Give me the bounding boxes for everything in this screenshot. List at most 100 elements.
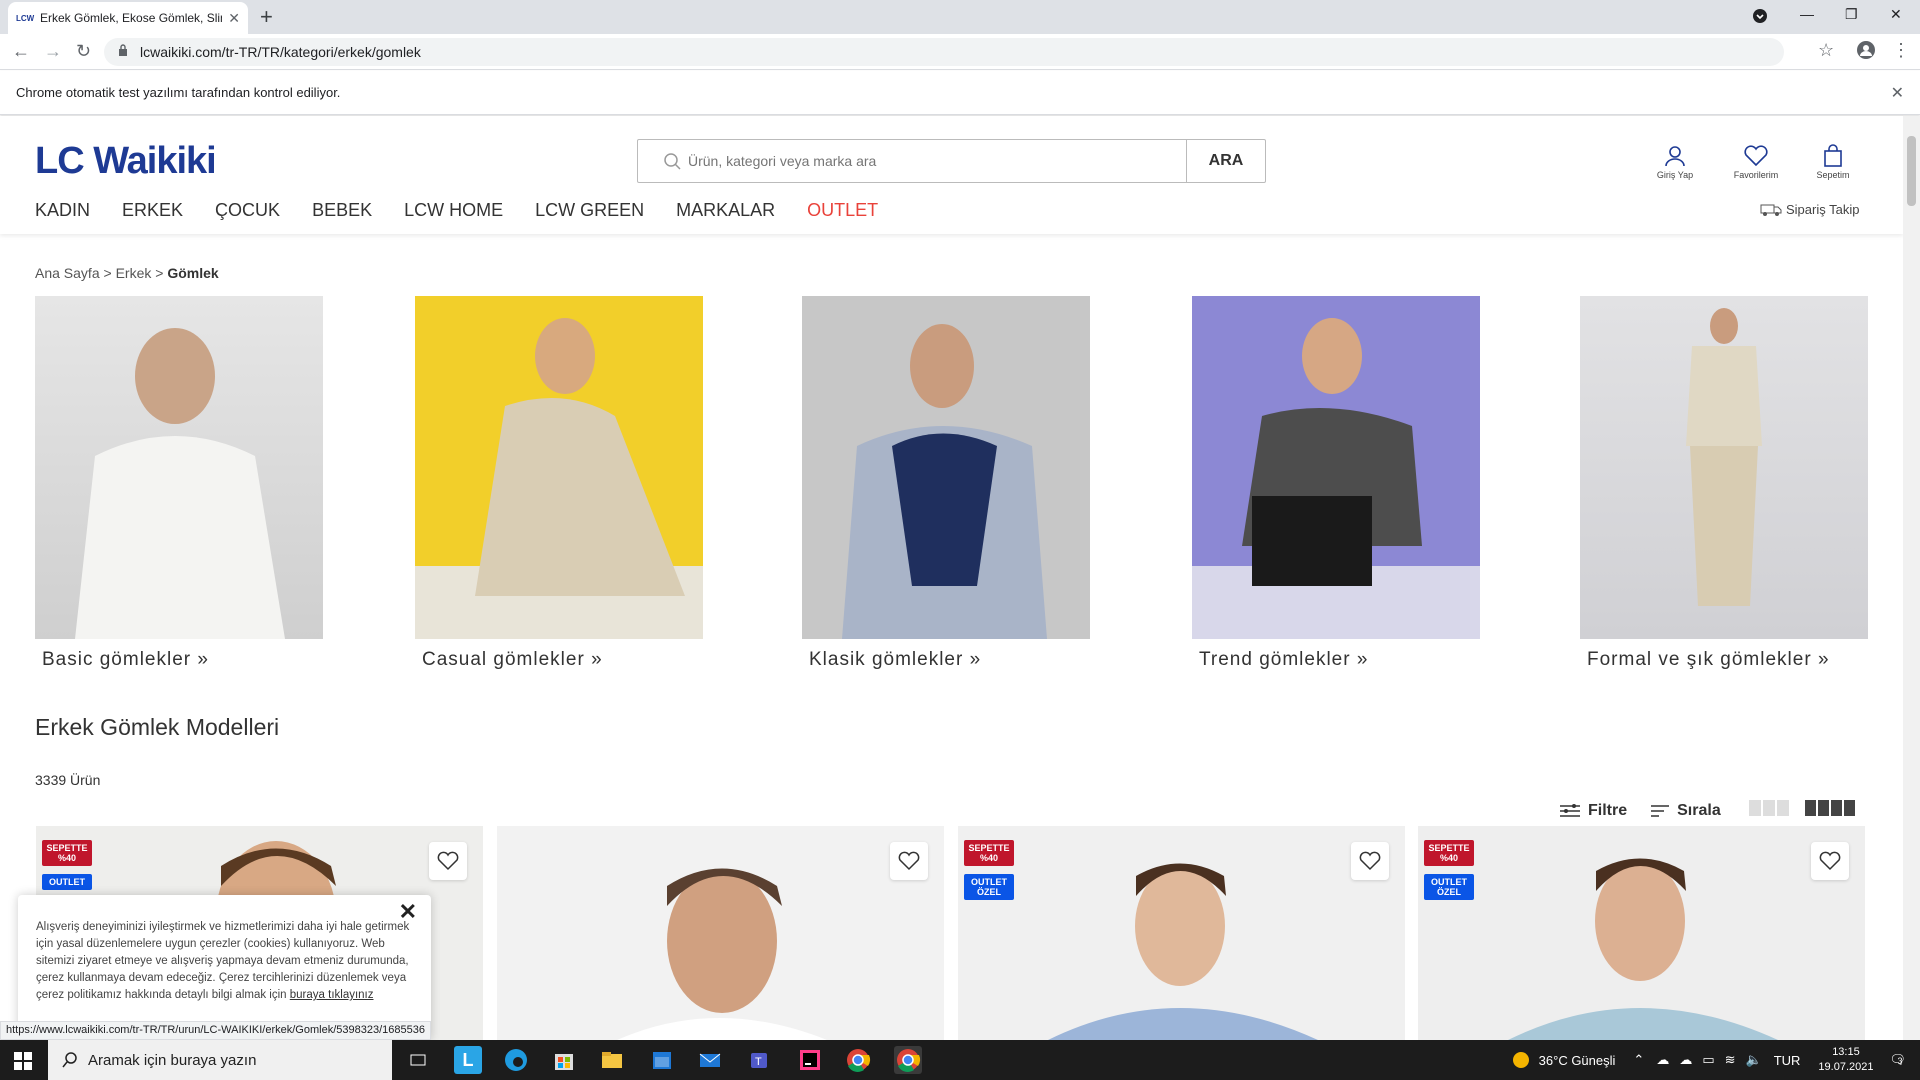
- new-tab-button[interactable]: +: [260, 4, 273, 30]
- nav-item-lcw-green[interactable]: LCW GREEN: [535, 200, 644, 221]
- maximize-icon[interactable]: ❐: [1845, 6, 1858, 23]
- language-indicator[interactable]: TUR: [1774, 1053, 1801, 1068]
- heart-icon: [437, 851, 459, 871]
- edge-icon[interactable]: [502, 1046, 530, 1074]
- browser-tab[interactable]: LCW Erkek Gömlek, Ekose Gömlek, Slim ✕: [8, 2, 248, 34]
- model-photo-icon: [75, 328, 285, 639]
- tray-chevron-icon[interactable]: ⌃: [1633, 1052, 1644, 1068]
- favorites-button[interactable]: Favorilerim: [1726, 144, 1786, 180]
- category-image: [35, 296, 323, 639]
- wifi-icon[interactable]: ≋: [1725, 1052, 1736, 1068]
- store-icon[interactable]: [550, 1046, 578, 1074]
- category-tile-casual[interactable]: Casual gömlekler »: [415, 296, 703, 671]
- volume-icon[interactable]: 🔈: [1746, 1052, 1762, 1068]
- start-button[interactable]: [14, 1052, 32, 1075]
- nav-item-erkek[interactable]: ERKEK: [122, 200, 183, 221]
- bookmark-star-icon[interactable]: ☆: [1818, 40, 1834, 61]
- mail-icon[interactable]: [696, 1046, 724, 1074]
- battery-icon[interactable]: ▭: [1702, 1052, 1714, 1068]
- back-icon[interactable]: ←: [12, 41, 30, 62]
- sort-button[interactable]: Sırala: [1651, 802, 1721, 820]
- product-card[interactable]: [497, 826, 944, 1040]
- add-to-favorites-button[interactable]: [1351, 842, 1389, 880]
- profile-icon[interactable]: [1856, 40, 1876, 65]
- category-tile-basic[interactable]: Basic gömlekler »: [35, 296, 323, 671]
- chrome-active-icon[interactable]: [894, 1046, 922, 1074]
- tab-close-icon[interactable]: ✕: [228, 10, 240, 27]
- scrollbar-thumb[interactable]: [1907, 136, 1916, 206]
- windows-logo-icon: [14, 1052, 32, 1070]
- cookie-policy-link[interactable]: buraya tıklayınız: [290, 989, 374, 1001]
- model-photo-icon: [1192, 318, 1480, 639]
- notifications-icon[interactable]: 🗨 3: [1889, 1052, 1906, 1068]
- bag-icon: [1824, 144, 1842, 167]
- add-to-favorites-button[interactable]: [890, 842, 928, 880]
- category-label: Klasik gömlekler »: [809, 649, 982, 670]
- sort-icon: [1651, 804, 1670, 817]
- teams-icon[interactable]: T: [746, 1046, 774, 1074]
- product-image: [1508, 858, 1778, 1040]
- infobar-close-icon[interactable]: ✕: [1891, 83, 1904, 103]
- window-close-icon[interactable]: ✕: [1890, 6, 1902, 23]
- breadcrumb-erkek[interactable]: Erkek: [116, 265, 152, 281]
- sun-icon: [1512, 1052, 1529, 1068]
- nav-item-markalar[interactable]: MARKALAR: [676, 200, 775, 221]
- chrome-menu-icon[interactable]: ⋮: [1892, 40, 1910, 61]
- product-card[interactable]: SEPETTE %40 OUTLET ÖZEL: [958, 826, 1405, 1040]
- breadcrumb-home[interactable]: Ana Sayfa: [35, 265, 100, 281]
- login-button[interactable]: Giriş Yap: [1645, 144, 1705, 180]
- category-tile-trend[interactable]: Trend gömlekler »: [1192, 296, 1480, 671]
- site-favicon-icon: LCW: [16, 13, 35, 23]
- minimize-icon[interactable]: —: [1800, 6, 1814, 22]
- taskbar-search-box[interactable]: Aramak için buraya yazın: [48, 1040, 392, 1080]
- calendar-icon[interactable]: [648, 1046, 676, 1074]
- heart-icon: [1819, 851, 1841, 871]
- reload-icon[interactable]: ↻: [76, 41, 91, 62]
- lcw-app-icon[interactable]: L: [454, 1046, 482, 1074]
- nav-item-kadin[interactable]: KADIN: [35, 200, 90, 221]
- filter-button[interactable]: Filtre: [1560, 802, 1627, 820]
- tab-search-icon[interactable]: [1752, 8, 1768, 27]
- weather-text[interactable]: 36°C Güneşli: [1539, 1053, 1616, 1068]
- nav-item-outlet[interactable]: OUTLET: [807, 200, 878, 221]
- onedrive-icon[interactable]: ☁: [1656, 1052, 1669, 1068]
- heart-icon: [1744, 145, 1768, 167]
- add-to-favorites-button[interactable]: [429, 842, 467, 880]
- infobar-text: Chrome otomatik test yazılımı tarafından…: [16, 85, 341, 100]
- product-image: [1048, 863, 1318, 1040]
- browser-toolbar: ← → ↻ lcwaikiki.com/tr-TR/TR/kategori/er…: [0, 34, 1920, 70]
- cookie-close-button[interactable]: ✕: [399, 901, 417, 923]
- cloud-icon[interactable]: ☁: [1679, 1052, 1692, 1068]
- clock[interactable]: 13:15 19.07.2021: [1818, 1045, 1873, 1075]
- grid-4-view-button[interactable]: [1804, 800, 1855, 821]
- search-button[interactable]: ARA: [1186, 140, 1265, 182]
- nav-item-cocuk[interactable]: ÇOCUK: [215, 200, 280, 221]
- search-input[interactable]: [638, 140, 1187, 182]
- category-image: [1580, 296, 1868, 639]
- address-bar[interactable]: lcwaikiki.com/tr-TR/TR/kategori/erkek/go…: [104, 38, 1784, 66]
- listing-title: Erkek Gömlek Modelleri: [35, 714, 280, 740]
- grid-3-view-button[interactable]: [1748, 800, 1789, 821]
- taskbar-search-placeholder: Aramak için buraya yazın: [88, 1051, 257, 1069]
- grid-3-icon: [1748, 800, 1789, 816]
- category-tile-klasik[interactable]: Klasik gömlekler »: [802, 296, 1090, 671]
- page-scrollbar[interactable]: [1903, 116, 1920, 1040]
- cart-button[interactable]: Sepetim: [1803, 144, 1863, 180]
- order-tracking-link[interactable]: Sipariş Takip: [1760, 202, 1859, 217]
- chrome-icon[interactable]: [844, 1046, 872, 1074]
- order-tracking-label: Sipariş Takip: [1786, 202, 1860, 217]
- task-view-icon[interactable]: [404, 1046, 432, 1074]
- heart-icon: [898, 851, 920, 871]
- product-card[interactable]: SEPETTE %40 OUTLET ÖZEL: [1418, 826, 1865, 1040]
- category-tile-formal[interactable]: Formal ve şık gömlekler »: [1580, 296, 1868, 671]
- nav-item-lcw-home[interactable]: LCW HOME: [404, 200, 503, 221]
- model-photo-icon: [415, 318, 703, 639]
- intellij-icon[interactable]: [796, 1046, 824, 1074]
- add-to-favorites-button[interactable]: [1811, 842, 1849, 880]
- site-logo[interactable]: LC Waikiki: [35, 140, 217, 183]
- file-explorer-icon[interactable]: [598, 1046, 626, 1074]
- nav-item-bebek[interactable]: BEBEK: [312, 200, 372, 221]
- cookie-banner: ✕ Alışveriş deneyiminizi iyileştirmek ve…: [18, 895, 431, 1040]
- forward-icon[interactable]: →: [44, 41, 62, 62]
- login-label: Giriş Yap: [1656, 170, 1694, 180]
